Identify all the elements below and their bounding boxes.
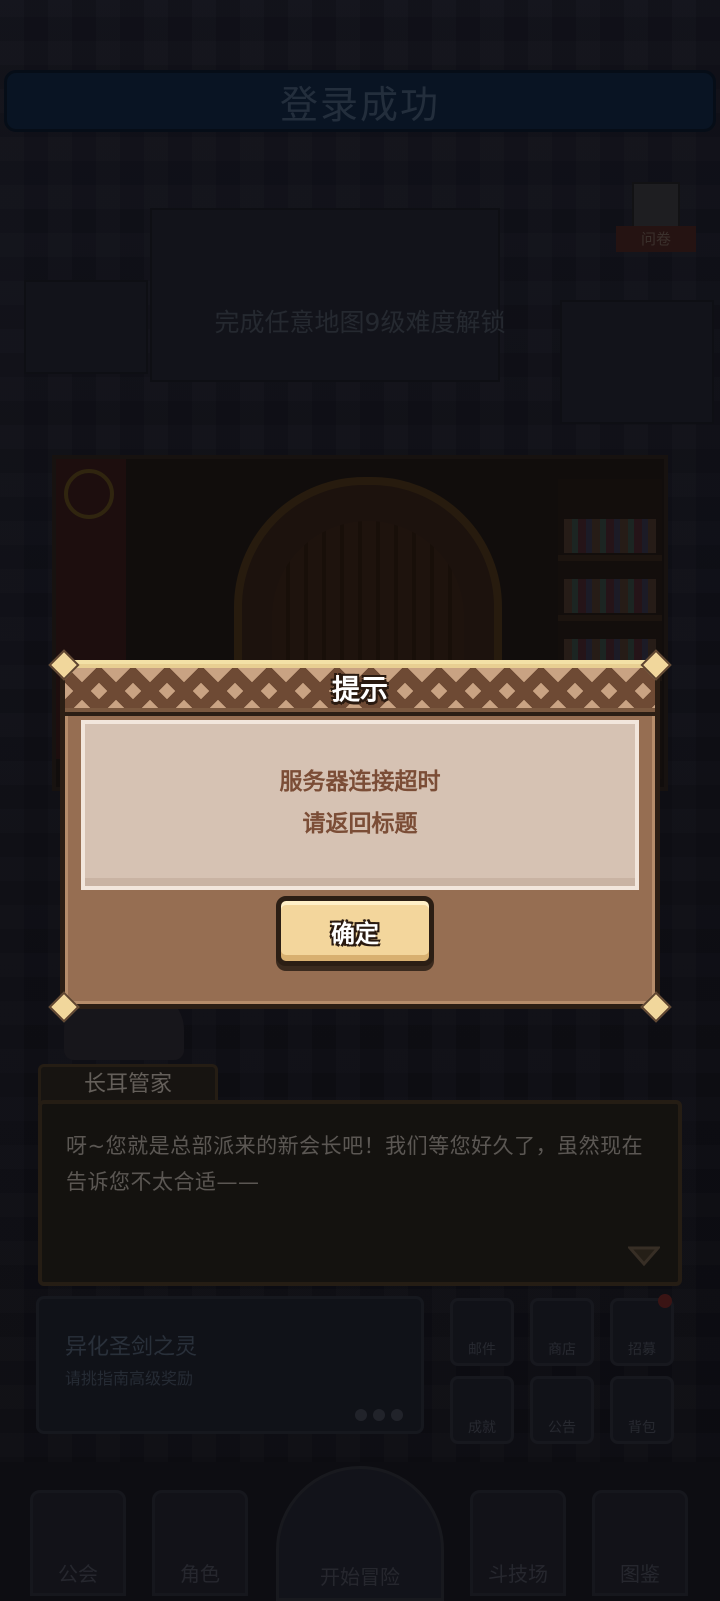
dialog-header: 提示 — [61, 660, 659, 716]
dialog-message-panel: 服务器连接超时 请返回标题 — [81, 720, 639, 890]
timeout-dialog: 提示 服务器连接超时 请返回标题 确定 — [48, 649, 672, 1023]
dialog-message-line1: 服务器连接超时 — [279, 769, 441, 795]
dialog-message-line2: 请返回标题 — [302, 811, 418, 837]
dialog-title: 提示 — [331, 673, 388, 706]
confirm-button-label: 确定 — [331, 919, 379, 948]
confirm-button[interactable]: 确定 — [276, 896, 434, 966]
